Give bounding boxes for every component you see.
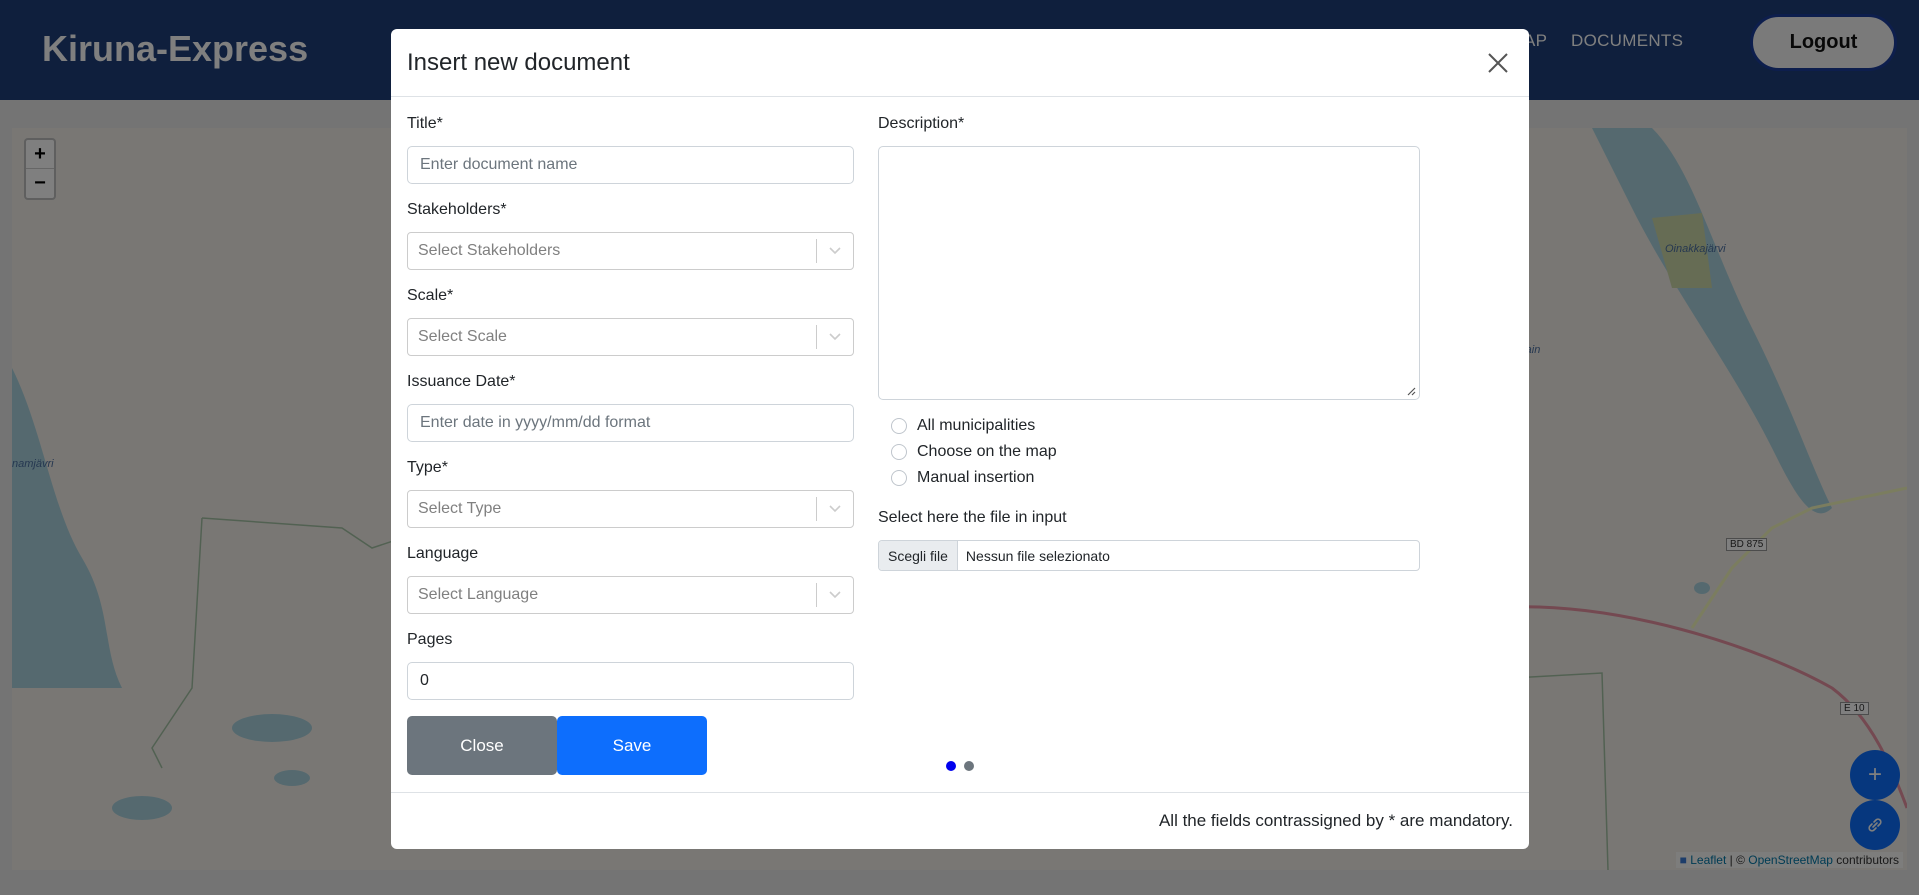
chevron-down-icon[interactable] <box>817 505 853 513</box>
close-button[interactable]: Close <box>407 716 557 775</box>
type-placeholder: Select Type <box>418 500 502 517</box>
radio-label: All municipalities <box>917 417 1036 434</box>
close-modal-button[interactable] <box>1483 48 1513 78</box>
stakeholders-placeholder: Select Stakeholders <box>418 242 561 259</box>
language-placeholder: Select Language <box>418 586 539 603</box>
modal-footer: All the fields contrassigned by * are ma… <box>391 792 1529 849</box>
type-select[interactable]: Select Type <box>407 490 854 528</box>
pages-label: Pages <box>407 631 453 648</box>
file-input[interactable]: Scegli file Nessun file selezionato <box>878 540 1420 571</box>
radio-manual-insertion[interactable]: Manual insertion <box>891 469 1034 487</box>
chevron-down-icon[interactable] <box>817 591 853 599</box>
language-label: Language <box>407 545 479 562</box>
radio-circle[interactable] <box>891 470 907 486</box>
pages-input[interactable]: 0 <box>407 662 854 700</box>
issuance-date-label: Issuance Date* <box>407 373 516 390</box>
radio-label: Choose on the map <box>917 443 1057 460</box>
radio-circle[interactable] <box>891 418 907 434</box>
choose-file-button[interactable]: Scegli file <box>879 541 958 570</box>
save-button[interactable]: Save <box>557 716 707 775</box>
insert-document-modal: Insert new document Title* Enter documen… <box>391 29 1529 849</box>
issuance-date-input[interactable]: Enter date in yyyy/mm/dd format <box>407 404 854 442</box>
language-select[interactable]: Select Language <box>407 576 854 614</box>
scale-placeholder: Select Scale <box>418 328 507 345</box>
pagination-dot-2[interactable] <box>964 761 974 771</box>
stakeholders-select[interactable]: Select Stakeholders <box>407 232 854 270</box>
chevron-down-icon[interactable] <box>817 333 853 341</box>
title-input[interactable]: Enter document name <box>407 146 854 184</box>
file-status-text: Nessun file selezionato <box>965 547 1110 564</box>
file-input-label: Select here the file in input <box>878 509 1067 526</box>
type-label: Type* <box>407 459 448 476</box>
scale-label: Scale* <box>407 287 454 304</box>
scale-select[interactable]: Select Scale <box>407 318 854 356</box>
mandatory-fields-note: All the fields contrassigned by * are ma… <box>1158 811 1513 830</box>
title-label: Title* <box>407 115 443 132</box>
close-icon <box>1488 52 1508 73</box>
modal-title: Insert new document <box>407 48 630 76</box>
pagination-dot-1[interactable] <box>946 761 956 771</box>
radio-all-municipalities[interactable]: All municipalities <box>891 417 1035 435</box>
radio-circle[interactable] <box>891 444 907 460</box>
chevron-down-icon[interactable] <box>817 247 853 255</box>
radio-choose-on-map[interactable]: Choose on the map <box>891 443 1057 461</box>
description-textarea[interactable] <box>878 146 1420 400</box>
modal-header: Insert new document <box>391 29 1529 97</box>
stakeholders-label: Stakeholders* <box>407 201 507 218</box>
resize-handle-icon[interactable] <box>1406 386 1416 396</box>
radio-label: Manual insertion <box>917 469 1035 486</box>
description-label: Description* <box>878 115 965 132</box>
